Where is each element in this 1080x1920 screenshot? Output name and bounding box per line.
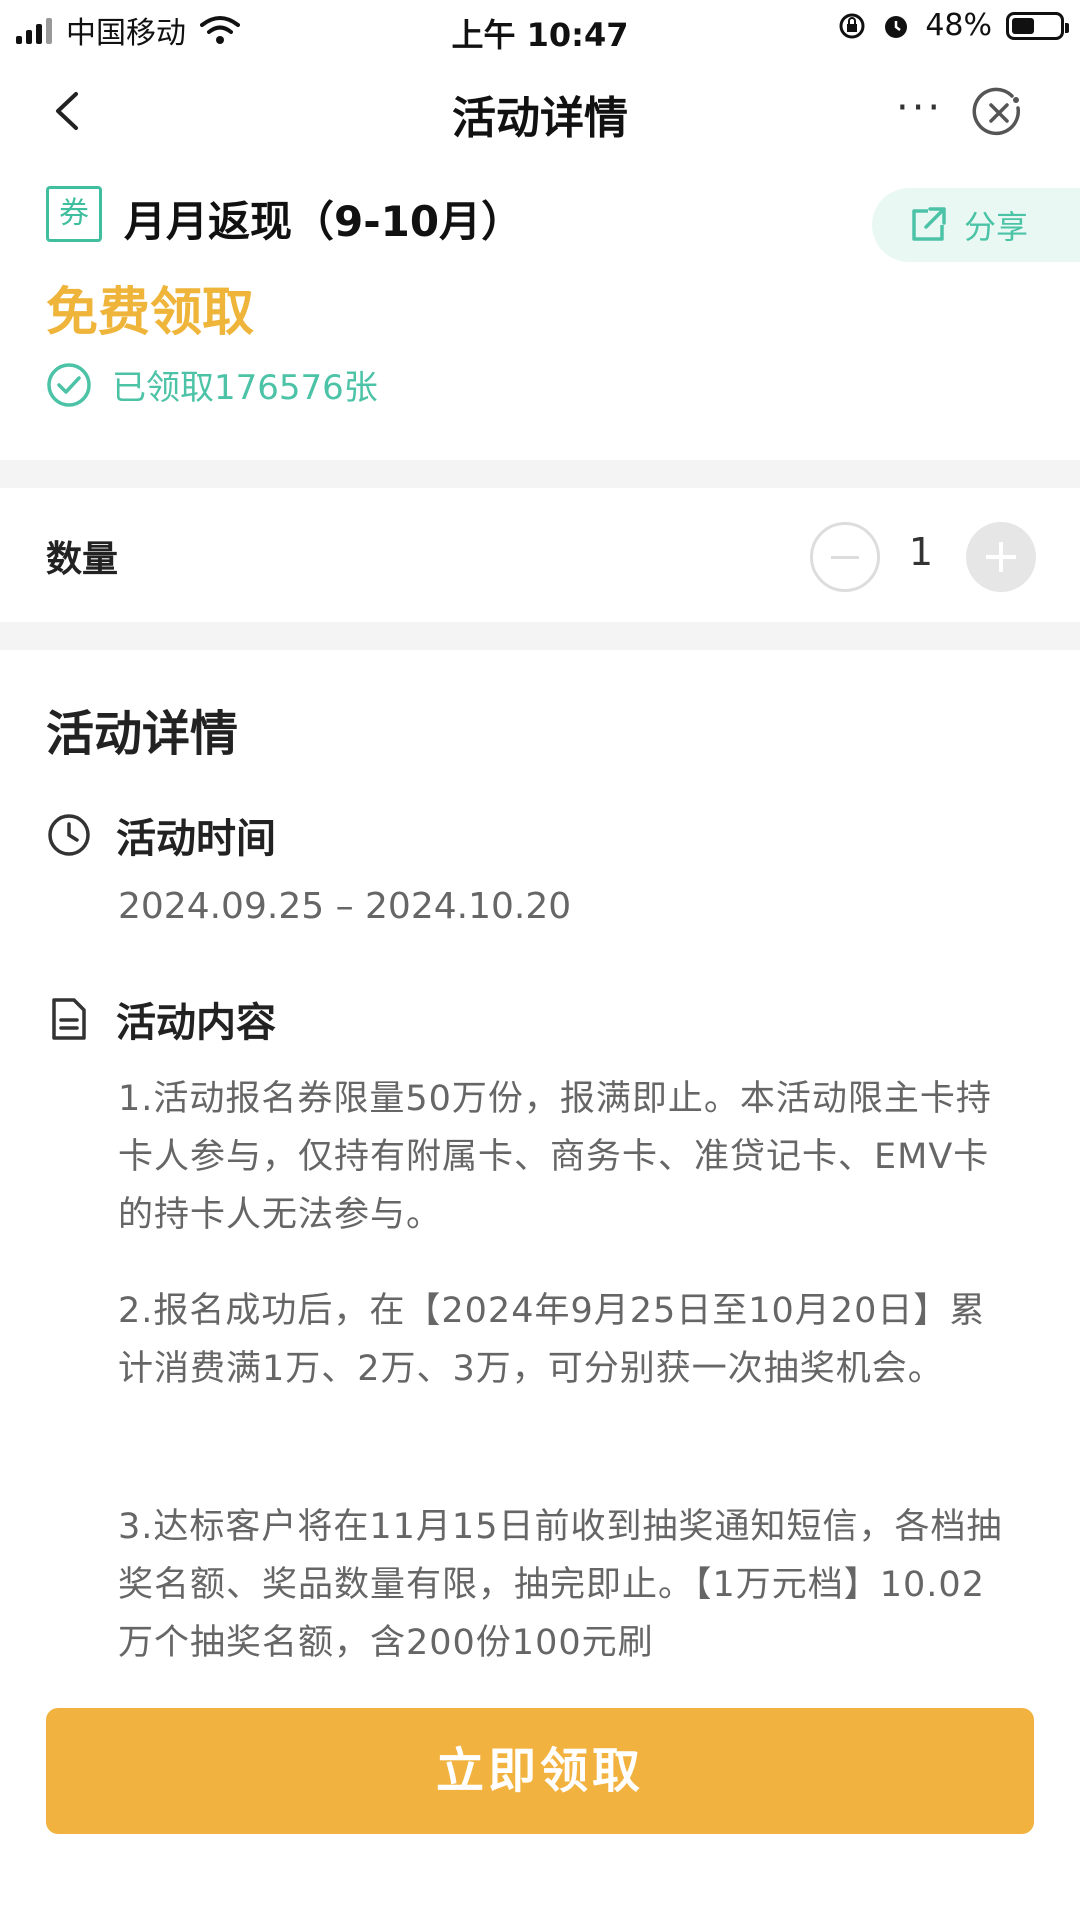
check-circle-icon — [47, 362, 91, 407]
alarm-icon — [885, 15, 908, 38]
status-bar: 中国移动 上午 10:47 48% — [0, 0, 1080, 56]
activity-details: 活动详情 活动时间 2024.09.25 – 2024.10.20 活动内容 1… — [0, 650, 1080, 1690]
section-divider — [0, 460, 1080, 488]
claimed-text: 已领取176576张 — [112, 368, 378, 408]
quantity-row: 数量 1 — [0, 490, 1080, 620]
quantity-label: 数量 — [46, 539, 119, 580]
more-icon[interactable]: ··· — [896, 88, 943, 128]
clock-icon — [48, 814, 90, 856]
close-icon[interactable] — [972, 86, 1026, 140]
battery-icon — [1006, 11, 1069, 40]
claimed-count: 已领取176576张 — [46, 360, 378, 409]
time-section-title: 活动时间 — [46, 806, 276, 864]
content-paragraph: 2.报名成功后，在【2024年9月25日至10月20日】累计消费满1万、2万、3… — [118, 1291, 986, 1389]
share-label: 分享 — [964, 208, 1029, 246]
decrease-button[interactable] — [810, 522, 880, 592]
claim-now-button[interactable]: 立即领取 — [46, 1708, 1034, 1834]
time-range: 2024.09.25 – 2024.10.20 — [118, 886, 572, 927]
time-title-text: 活动时间 — [116, 816, 276, 862]
content-paragraph: 3.达标客户将在11月15日前收到抽奖通知短信，各档抽奖名额、奖品数量有限，抽完… — [118, 1507, 1003, 1663]
increase-button[interactable] — [966, 522, 1036, 592]
share-icon — [912, 207, 946, 241]
coupon-tag-icon: 券 — [46, 186, 102, 242]
battery-percent: 48% — [925, 8, 992, 43]
price-label: 免费领取 — [46, 283, 255, 343]
content-title-text: 活动内容 — [116, 1000, 276, 1046]
nav-bar: 活动详情 ··· — [0, 56, 1080, 166]
details-heading: 活动详情 — [46, 706, 239, 762]
coupon-header: 券 月月返现（9-10月） 分享 免费领取 已领取176576张 — [0, 170, 1080, 460]
content-paragraph: 1.活动报名券限量50万份，报满即止。本活动限主卡持卡人参与，仅持有附属卡、商务… — [118, 1079, 992, 1235]
quantity-value: 1 — [908, 530, 934, 574]
content-section-title: 活动内容 — [46, 990, 276, 1048]
document-icon — [52, 998, 86, 1040]
share-button[interactable]: 分享 — [872, 188, 1080, 262]
rotation-lock-icon — [839, 13, 865, 38]
coupon-title: 月月返现（9-10月） — [124, 197, 524, 246]
section-divider — [0, 622, 1080, 650]
